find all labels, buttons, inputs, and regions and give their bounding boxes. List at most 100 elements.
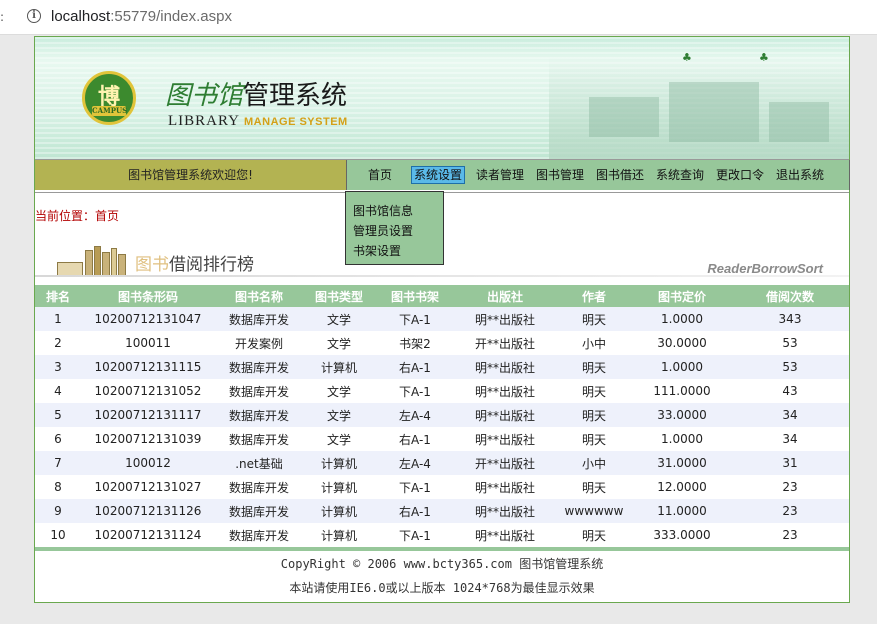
cell-book-type: 文学	[326, 384, 351, 399]
cell-rank: 4	[54, 384, 62, 398]
cell-rank: 3	[35, 355, 81, 379]
cell-barcode: 10200712131117	[81, 403, 215, 427]
cell-book-type: 文学	[326, 336, 351, 351]
cell-price: 1.0000	[661, 432, 703, 446]
menu-item-borrow-return[interactable]: 图书借还	[596, 166, 644, 184]
cell-bookshelf: 右A-1	[375, 499, 455, 523]
dropdown-item-admin-settings[interactable]: 管理员设置	[353, 222, 413, 239]
menu-item-book-management[interactable]: 图书管理	[536, 166, 584, 184]
table-row: 7 100012 .net基础 计算机 左A-4 开**出版社 小中 31.0000 31	[35, 451, 849, 475]
cell-barcode: 10200712131124	[94, 528, 202, 542]
header-bookshelf: 图书书架	[375, 285, 455, 307]
cell-bookshelf: 左A-4	[375, 403, 455, 427]
cell-price: 33.0000	[633, 403, 731, 427]
cell-publisher: 明**出版社	[474, 432, 535, 447]
cell-book-name: 数据库开发	[215, 403, 303, 427]
title-en-sub: MANAGE SYSTEM	[244, 116, 348, 128]
table-header-row: 排名 图书条形码 图书名称 图书类型 图书书架 出版社 作者 图书定价 借阅次数	[35, 285, 849, 307]
header-banner: ♣ ♣ 博 CAMPUS 图书馆管理系统 LIBRARY MANAGE SYSTE…	[35, 37, 849, 159]
cell-bookshelf: 下A-1	[375, 307, 455, 331]
table-row: 5 10200712131117 数据库开发 文学 左A-4 明**出版社 明天 33.000…	[35, 403, 849, 427]
cell-bookshelf: 左A-4	[375, 451, 455, 475]
cell-barcode: 10200712131052	[94, 384, 202, 398]
book-spine	[94, 246, 101, 276]
table-row: 2 100011 开发案例 文学 书架2 开**出版社 小中 30.0000 53	[35, 331, 849, 355]
cell-price: 12.0000	[657, 480, 707, 494]
books-icon	[55, 244, 135, 276]
building-block	[769, 102, 829, 142]
cell-price: 333.0000	[653, 528, 711, 542]
flag-icon: ♣	[682, 51, 692, 64]
cell-barcode: 10200712131039	[94, 432, 202, 446]
cell-rank: 9	[35, 499, 81, 523]
cell-borrow-count: 53	[731, 355, 849, 379]
table-row: 1 10200712131047 数据库开发 文学 下A-1 明**出版社 明天 1.0000…	[35, 307, 849, 331]
menu-item-logout[interactable]: 退出系统	[776, 166, 824, 184]
cell-book-name: 数据库开发	[228, 528, 289, 543]
cell-bookshelf: 右A-1	[399, 432, 431, 447]
cell-price: 30.0000	[657, 336, 707, 350]
cell-publisher: 明**出版社	[455, 403, 555, 427]
system-title: 图书馆管理系统	[165, 75, 347, 112]
cell-book-name: .net基础	[215, 451, 303, 475]
url-host: localhost	[51, 8, 111, 25]
table-row: 10 10200712131124 数据库开发 计算机 下A-1 明**出版社 明天 333.…	[35, 523, 849, 547]
cell-rank: 6	[54, 432, 62, 446]
cell-borrow-count: 23	[782, 528, 798, 542]
table-row: 8 10200712131027 数据库开发 计算机 下A-1 明**出版社 明天 12.00…	[35, 475, 849, 499]
cell-barcode: 10200712131126	[81, 499, 215, 523]
cell-book-type: 文学	[303, 403, 375, 427]
menu-item-reader-management[interactable]: 读者管理	[476, 166, 524, 184]
borrow-ranking-table: 排名 图书条形码 图书名称 图书类型 图书书架 出版社 作者 图书定价 借阅次数…	[35, 285, 849, 547]
table-row: 9 10200712131126 数据库开发 计算机 右A-1 明**出版社 wwwwww 1…	[35, 499, 849, 523]
cell-book-name: 开发案例	[234, 336, 283, 351]
flag-icon: ♣	[759, 51, 769, 64]
dropdown-item-shelf-settings[interactable]: 书架设置	[353, 242, 401, 259]
header-publisher: 出版社	[455, 285, 555, 307]
cell-borrow-count: 34	[731, 403, 849, 427]
cell-barcode: 100012	[81, 451, 215, 475]
header-barcode: 图书条形码	[81, 285, 215, 307]
building-block	[589, 97, 659, 137]
title-plain: 管理系统	[243, 81, 348, 111]
library-logo: 博 CAMPUS	[82, 71, 136, 125]
header-book-type: 图书类型	[303, 285, 375, 307]
cell-book-name: 数据库开发	[215, 499, 303, 523]
cell-price: 1.0000	[633, 355, 731, 379]
menu-item-system-settings[interactable]: 系统设置	[411, 166, 466, 184]
cell-publisher: 明**出版社	[455, 355, 555, 379]
url-text[interactable]: localhost:55779/index.aspx	[51, 8, 232, 25]
cell-price: 111.0000	[653, 384, 711, 398]
cell-publisher: 明**出版社	[455, 307, 555, 331]
section-title: 图书借阅排行榜	[135, 250, 254, 275]
section-title-en: ReaderBorrowSort	[707, 261, 823, 276]
main-menu: 首页 系统设置 读者管理 图书管理 图书借还 系统查询 更改口令 退出系统	[346, 160, 850, 190]
cell-borrow-count: 53	[782, 336, 798, 350]
cell-bookshelf: 下A-1	[399, 480, 431, 495]
book-spine	[57, 262, 83, 276]
book-spine	[102, 252, 110, 276]
book-spine	[118, 254, 126, 276]
browser-address-bar[interactable]: : i localhost:55779/index.aspx	[0, 0, 877, 35]
header-borrow-count: 借阅次数	[731, 285, 849, 307]
building-graphic	[549, 57, 849, 159]
cell-book-name: 数据库开发	[228, 384, 289, 399]
menu-item-home[interactable]: 首页	[368, 166, 392, 184]
cell-price: 11.0000	[633, 499, 731, 523]
section-title-main: 借阅排行榜	[169, 255, 254, 275]
dropdown-item-library-info[interactable]: 图书馆信息	[353, 202, 413, 219]
menu-item-change-password[interactable]: 更改口令	[716, 166, 764, 184]
menu-item-system-query[interactable]: 系统查询	[656, 166, 704, 184]
cell-rank: 7	[35, 451, 81, 475]
building-block	[669, 82, 759, 142]
cell-author: 明天	[581, 432, 606, 447]
cell-book-name: 数据库开发	[215, 307, 303, 331]
site-info-icon[interactable]: i	[27, 9, 41, 23]
cell-book-type: 计算机	[303, 355, 375, 379]
section-header: 图书借阅排行榜	[55, 240, 295, 278]
cell-book-name: 数据库开发	[215, 355, 303, 379]
cell-rank: 10	[50, 528, 66, 542]
cell-barcode: 10200712131047	[81, 307, 215, 331]
table-row: 6 10200712131039 数据库开发 文学 右A-1 明**出版社 明天 1.0000…	[35, 427, 849, 451]
cell-price: 1.0000	[633, 307, 731, 331]
